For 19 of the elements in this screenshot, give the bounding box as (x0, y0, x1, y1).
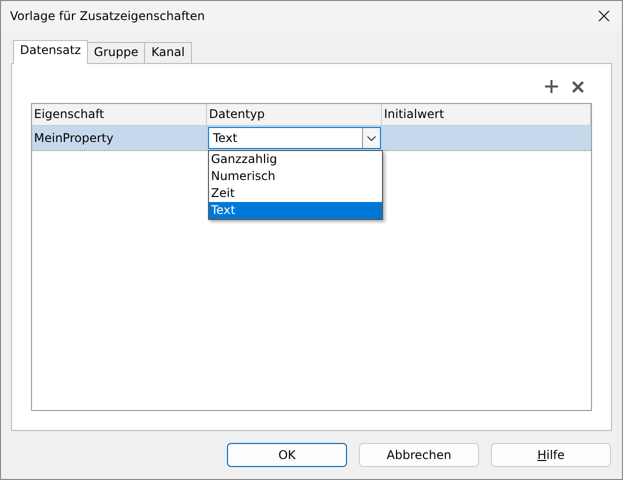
dialog-button[interactable]: OK (227, 443, 347, 467)
delete-icon[interactable] (572, 80, 584, 92)
dialog-button[interactable]: Hilfe (491, 443, 611, 467)
chevron-down-icon (367, 136, 376, 140)
add-icon[interactable] (545, 80, 558, 93)
close-icon[interactable] (598, 10, 610, 22)
table-cell: MeinProperty (34, 131, 114, 145)
datatype-dropdown[interactable]: Text (208, 127, 381, 149)
column-header: Eigenschaft (32, 104, 207, 125)
dropdown-option[interactable]: Text (209, 202, 382, 219)
dropdown-option[interactable]: Zeit (209, 185, 382, 202)
tab[interactable]: Kanal (144, 42, 192, 63)
tab[interactable]: Datensatz (13, 40, 88, 64)
column-header: Datentyp (207, 104, 382, 125)
dialog-button[interactable]: Abbrechen (359, 443, 479, 467)
window-title: Vorlage für Zusatzeigenschaften (10, 9, 205, 23)
column-header: Initialwert (382, 104, 591, 125)
dropdown-option[interactable]: Ganzzahlig (209, 151, 382, 168)
dropdown-option[interactable]: Numerisch (209, 168, 382, 185)
